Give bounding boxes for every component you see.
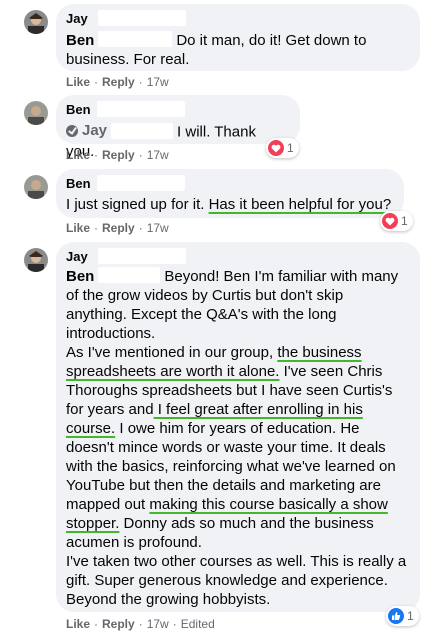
comment-text: I just signed up for it. Has it been hel… [66, 195, 392, 214]
author-name[interactable]: Jay [66, 249, 88, 264]
author-name[interactable]: Jay [66, 11, 88, 26]
redacted-block [98, 267, 161, 283]
separator: · [138, 221, 143, 235]
mention-tag[interactable]: Ben [66, 32, 94, 49]
reply-button[interactable]: Reply [102, 75, 135, 89]
separator: · [94, 617, 99, 631]
comment-actions: Like · Reply · 17w · Edited [66, 617, 215, 631]
like-button[interactable]: Like [66, 617, 90, 631]
author-name[interactable]: Ben [66, 102, 91, 117]
comment-bubble: Ben I just signed up for it. Has it been… [56, 169, 404, 218]
comment-actions: Like · Reply · 17w [66, 75, 169, 89]
heart-icon [268, 140, 284, 156]
comment-actions: Like · Reply · 17w [66, 221, 169, 235]
comment-text: I've taken two other courses as well. Th… [66, 552, 408, 609]
separator: · [138, 75, 143, 89]
reaction-badge[interactable]: 1 [266, 138, 299, 158]
author-name[interactable]: Ben [66, 176, 91, 191]
mention-name[interactable]: Jay [82, 121, 107, 140]
like-button[interactable]: Like [66, 221, 90, 235]
comment-author[interactable]: Jay [66, 248, 408, 264]
separator: · [94, 148, 99, 162]
timestamp[interactable]: 17w [147, 221, 169, 235]
comment-author[interactable]: Ben [66, 101, 288, 117]
redacted-block [97, 10, 186, 26]
avatar-ben[interactable] [24, 175, 48, 199]
thumbs-up-icon [388, 608, 404, 624]
separator: · [138, 148, 143, 162]
reaction-count: 1 [287, 141, 294, 155]
comment-author[interactable]: Ben [66, 175, 392, 191]
avatar-ben[interactable] [24, 101, 48, 125]
comment-paragraph: As I've mentioned in our group, [66, 344, 278, 361]
checkmark-icon [66, 124, 78, 137]
comment-bubble: Ben Jay I will. Thank you. [56, 95, 300, 160]
avatar-jay[interactable] [24, 10, 48, 34]
like-button[interactable]: Like [66, 148, 90, 162]
reaction-badge[interactable]: 1 [380, 211, 413, 231]
timestamp[interactable]: 17w [147, 617, 169, 631]
comment-text: As I've mentioned in our group, the busi… [66, 343, 408, 552]
reply-button[interactable]: Reply [102, 221, 135, 235]
comment-text: Ben Do it man, do it! Get down to busines… [66, 31, 408, 69]
comment-body: I just signed up for it. [66, 196, 209, 213]
redacted-block [111, 122, 174, 139]
redacted-block [98, 31, 173, 47]
reply-button[interactable]: Reply [102, 617, 135, 631]
reaction-count: 1 [407, 609, 414, 623]
redacted-block [96, 175, 185, 191]
like-button[interactable]: Like [66, 75, 90, 89]
heart-icon [382, 213, 398, 229]
timestamp[interactable]: 17w [147, 148, 169, 162]
comment-paragraph: I've taken two other courses as well. Th… [66, 553, 407, 608]
separator: · [138, 617, 143, 631]
separator: · [94, 75, 99, 89]
edited-label[interactable]: Edited [181, 617, 215, 631]
avatar-jay[interactable] [24, 248, 48, 272]
mention-tag[interactable]: Jay [66, 121, 107, 140]
reply-button[interactable]: Reply [102, 148, 135, 162]
comment-author[interactable]: Jay [66, 10, 408, 26]
highlighted-text: Has it been helpful for you? [208, 196, 392, 213]
reaction-count: 1 [401, 214, 408, 228]
reaction-badge[interactable]: 1 [386, 606, 419, 626]
comment-bubble: Jay Ben Do it man, do it! Get down to bus… [56, 4, 420, 71]
comment-bubble: Jay Ben Beyond! Ben I'm familiar with man… [56, 242, 420, 612]
comment-actions: Like · Reply · 17w [66, 148, 169, 162]
separator: · [172, 617, 177, 631]
comment-text: Ben Beyond! Ben I'm familiar with many of… [66, 267, 408, 343]
timestamp[interactable]: 17w [147, 75, 169, 89]
separator: · [94, 221, 99, 235]
redacted-block [96, 101, 185, 117]
redacted-block [97, 248, 186, 264]
mention-tag[interactable]: Ben [66, 268, 94, 285]
